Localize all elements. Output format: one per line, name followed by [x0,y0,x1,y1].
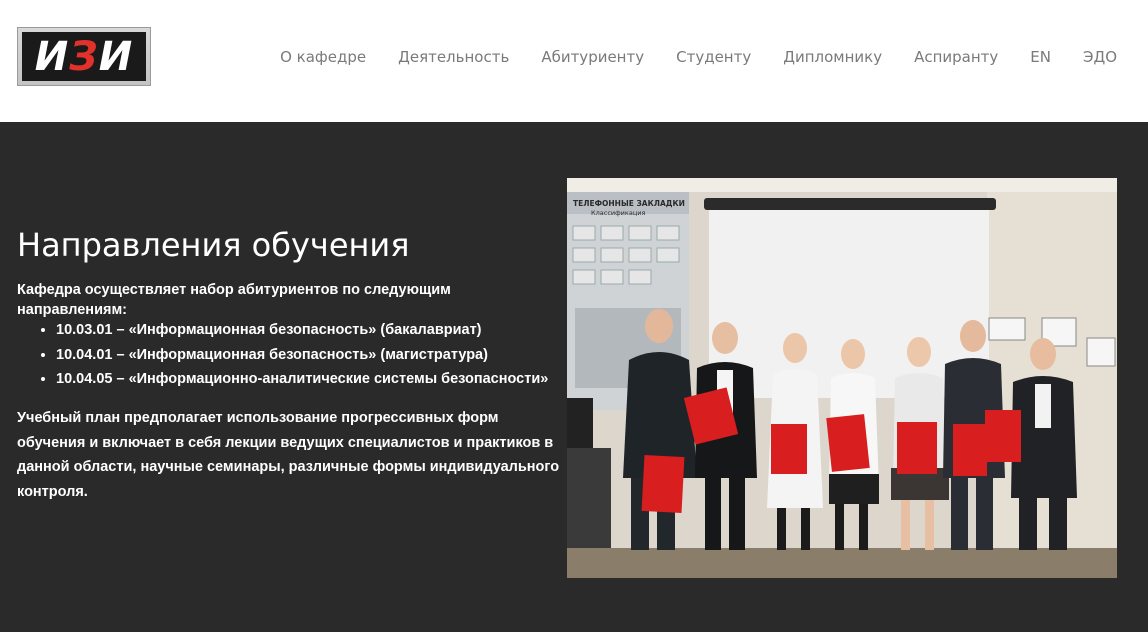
logo-text: ИЗИ [34,33,134,80]
site-logo[interactable]: ИЗИ [17,27,151,86]
main-section: Направления обучения Кафедра осуществляе… [0,122,1148,632]
nav-item-applicants[interactable]: Абитуриенту [541,47,644,67]
nav-item-graduates[interactable]: Дипломнику [783,47,882,67]
direction-item: 10.04.05 – «Информационно-аналитические … [56,367,548,392]
logo-plate: ИЗИ [22,32,146,81]
nav-item-about[interactable]: О кафедре [280,47,366,67]
nav-item-edo[interactable]: ЭДО [1083,47,1117,67]
site-header: ИЗИ О кафедре Деятельность Абитуриенту С… [0,0,1148,122]
nav-item-postgraduates[interactable]: Аспиранту [914,47,998,67]
group-photo: ТЕЛЕФОННЫЕ ЗАКЛАДКИ Классификация [567,178,1117,578]
nav-item-activity[interactable]: Деятельность [398,47,509,67]
direction-item: 10.03.01 – «Информационная безопасность»… [56,318,548,343]
poster-title: ТЕЛЕФОННЫЕ ЗАКЛАДКИ [573,199,685,208]
main-nav: О кафедре Деятельность Абитуриенту Студе… [280,47,1117,67]
intro-text: Кафедра осуществляет набор абитуриентов … [17,282,451,318]
curriculum-text: Учебный план предполагает использование … [17,410,560,500]
direction-item: 10.04.01 – «Информационная безопасность»… [56,343,548,368]
page-title: Направления обучения [17,226,410,264]
group-photo-illustration: ТЕЛЕФОННЫЕ ЗАКЛАДКИ Классификация [567,178,1117,578]
nav-item-english[interactable]: EN [1030,47,1051,67]
directions-list: 10.03.01 – «Информационная безопасность»… [17,318,548,392]
nav-item-students[interactable]: Студенту [676,47,751,67]
poster-subtitle: Классификация [591,209,645,217]
